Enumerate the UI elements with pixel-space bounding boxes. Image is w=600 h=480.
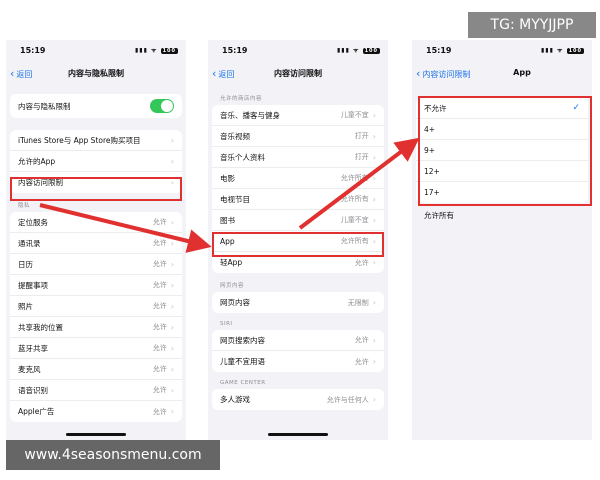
annotation-arrows (39, 137, 420, 253)
arrow-to-rating-options (298, 137, 420, 230)
watermark-tag: TG: MYYJJPP (468, 12, 596, 38)
watermark-url: www.4seasonsmenu.com (6, 440, 220, 470)
arrow-to-app-row (39, 203, 212, 253)
